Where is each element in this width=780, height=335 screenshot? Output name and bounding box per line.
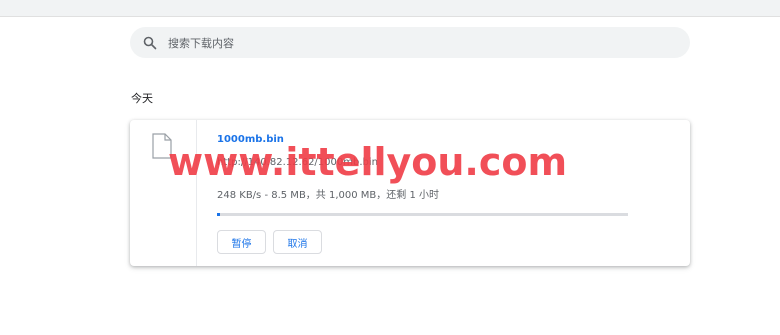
section-date-label: 今天	[131, 92, 153, 105]
search-box[interactable]: 搜索下载内容	[130, 27, 690, 58]
card-divider	[196, 120, 197, 266]
file-url[interactable]: http://140.82.12.62/1000mb.bin	[217, 157, 378, 168]
cancel-button[interactable]: 取消	[273, 230, 322, 254]
top-bar	[0, 0, 780, 17]
file-icon	[152, 133, 172, 159]
progress-fill	[217, 213, 221, 216]
search-input[interactable]: 搜索下载内容	[168, 35, 234, 51]
pause-button[interactable]: 暂停	[217, 230, 266, 254]
download-card: 1000mb.bin http://140.82.12.62/1000mb.bi…	[130, 120, 690, 266]
download-status-text: 248 KB/s - 8.5 MB，共 1,000 MB，还剩 1 小时	[217, 190, 439, 201]
file-name-link[interactable]: 1000mb.bin	[217, 134, 284, 145]
search-icon	[142, 35, 158, 51]
progress-bar	[217, 213, 628, 216]
